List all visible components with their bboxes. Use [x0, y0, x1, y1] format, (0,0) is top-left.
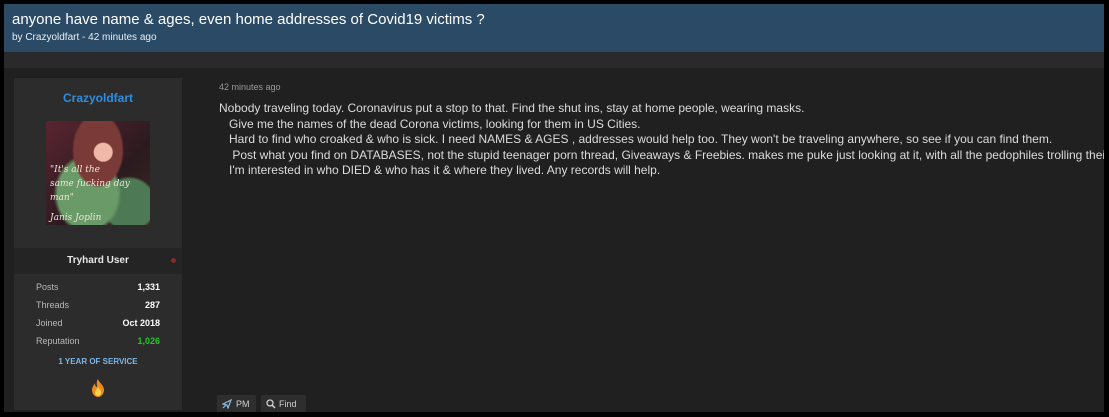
thread-frame: anyone have name & ages, even home addre…: [4, 4, 1104, 412]
stat-label: Posts: [36, 282, 59, 292]
online-status-dot: [171, 258, 176, 263]
stat-value: Oct 2018: [122, 318, 160, 328]
post-line: Give me the names of the dead Corona vic…: [219, 116, 641, 131]
stat-reputation: Reputation 1,026: [36, 336, 160, 350]
thread-meta: by Crazyoldfart - 42 minutes ago: [12, 32, 157, 43]
stat-label: Threads: [36, 300, 70, 310]
post-line: Nobody traveling today. Coronavirus put …: [219, 101, 805, 115]
header-separator: [4, 52, 1104, 68]
avatar-quote-line: "It's all the: [50, 165, 100, 175]
stat-value[interactable]: 1,026: [137, 336, 160, 346]
service-award: 1 YEAR OF SERVICE: [58, 357, 138, 366]
stat-value: 287: [144, 300, 160, 310]
search-icon: [266, 399, 276, 409]
username-link[interactable]: Crazyoldfart: [14, 91, 182, 105]
post-line: I'm interested in who DIED & who has it …: [219, 163, 661, 177]
user-title-bar: Tryhard User: [14, 248, 182, 274]
pm-icon: [222, 399, 232, 409]
stat-value: 1,331: [137, 282, 160, 292]
avatar-quote-signature: Janis Joplin: [50, 213, 102, 223]
stat-threads: Threads 287: [36, 300, 160, 314]
stat-joined: Joined Oct 2018: [36, 318, 160, 332]
post-line: Hard to find who croaked & who is sick. …: [219, 132, 1053, 146]
stat-posts: Posts 1,331: [36, 282, 160, 296]
user-panel: Crazyoldfart "It's all the same fucking …: [14, 78, 182, 410]
flame-icon: [92, 379, 104, 397]
stat-label: Joined: [36, 318, 63, 328]
find-button[interactable]: Find: [261, 395, 306, 412]
post-body: Nobody traveling today. Coronavirus put …: [219, 101, 1104, 179]
pm-button[interactable]: PM: [217, 395, 256, 412]
thread-title: anyone have name & ages, even home addre…: [12, 11, 485, 28]
stat-label: Reputation: [36, 336, 80, 346]
post-date: 42 minutes ago: [219, 82, 281, 92]
avatar-quote: "It's all the same fucking day man" Jani…: [50, 163, 146, 225]
avatar[interactable]: "It's all the same fucking day man" Jani…: [46, 121, 150, 225]
post-line: Post what you find on DATABASES, not the…: [219, 147, 1104, 162]
pm-button-label: PM: [236, 399, 250, 409]
avatar-quote-line: same fucking day man": [50, 179, 130, 203]
user-title: Tryhard User: [67, 255, 129, 266]
thread-header: anyone have name & ages, even home addre…: [4, 4, 1104, 52]
find-button-label: Find: [279, 399, 297, 409]
